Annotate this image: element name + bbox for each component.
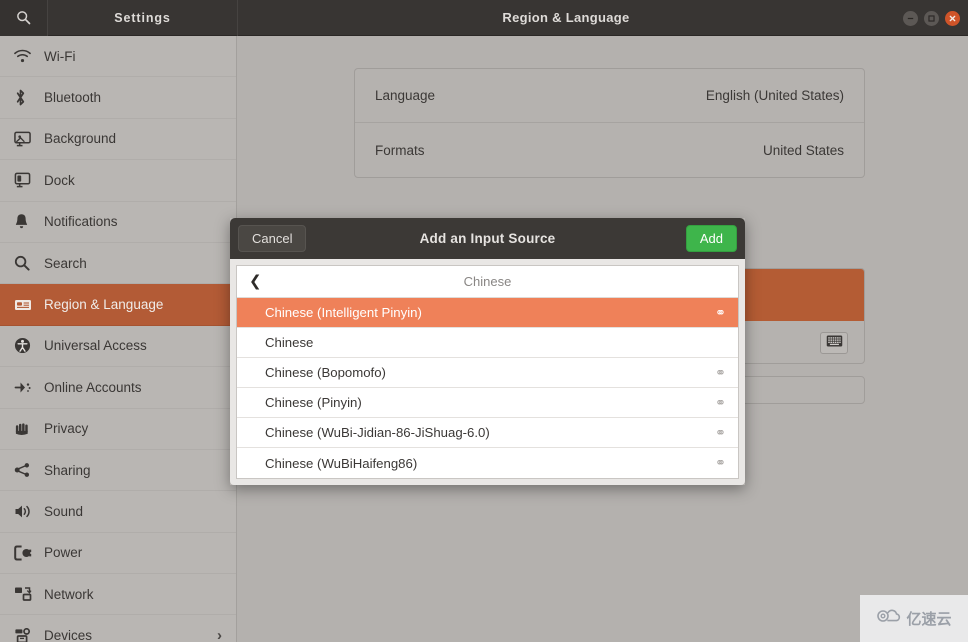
sidebar-item-label: Background: [44, 131, 117, 147]
background-icon: [14, 131, 40, 147]
watermark: 亿速云: [860, 595, 968, 642]
input-method-icon: ⚭: [715, 304, 726, 320]
list-item[interactable]: Chinese (Bopomofo) ⚭: [237, 358, 738, 388]
keyboard-icon: [826, 334, 843, 352]
list-item-label: Chinese (WuBiHaifeng86): [265, 455, 418, 471]
page-title: Region & Language: [502, 10, 630, 25]
keyboard-layout-button[interactable]: [820, 331, 848, 354]
row-value: English (United States): [705, 88, 844, 103]
language-icon: [14, 298, 40, 312]
sidebar-item-privacy[interactable]: Privacy: [0, 409, 236, 450]
close-button[interactable]: [945, 10, 960, 26]
sidebar-item-dock[interactable]: Dock: [0, 160, 236, 202]
privacy-hand-icon: [14, 421, 40, 437]
window-controls: [903, 0, 960, 36]
sidebar-item-label: Network: [44, 586, 94, 602]
titlebar-search-button[interactable]: [0, 0, 48, 36]
row-language[interactable]: Language English (United States): [355, 69, 864, 123]
window-titlebar: Settings Region & Language: [0, 0, 968, 36]
sidebar-item-label: Universal Access: [44, 338, 147, 354]
list-item-label: Chinese (Bopomofo): [265, 365, 386, 380]
sidebar-item-label: Region & Language: [44, 297, 164, 313]
chevron-right-icon: ›: [217, 627, 222, 642]
power-plug-icon: [14, 545, 40, 561]
add-input-source-dialog: Cancel Add an Input Source Add ❮ Chinese…: [230, 218, 745, 485]
search-icon: [14, 255, 40, 271]
dialog-title: Add an Input Source: [419, 231, 556, 246]
list-item-label: Chinese (Intelligent Pinyin): [265, 305, 422, 320]
list-item[interactable]: Chinese (WuBi-Jidian-86-JiShuag-6.0) ⚭: [237, 418, 738, 448]
minimize-button[interactable]: [903, 10, 918, 26]
dock-icon: [14, 172, 40, 188]
sidebar-item-label: Notifications: [44, 214, 118, 230]
sidebar-item-label: Online Accounts: [44, 379, 142, 395]
sidebar-item-notifications[interactable]: Notifications: [0, 202, 236, 243]
list-item[interactable]: Chinese (Intelligent Pinyin) ⚭: [237, 298, 738, 328]
search-icon: [16, 10, 31, 25]
row-label: Formats: [375, 142, 425, 158]
input-method-icon: ⚭: [715, 424, 726, 440]
sidebar-item-region-and-language[interactable]: Region & Language: [0, 284, 236, 326]
add-button[interactable]: Add: [685, 225, 737, 252]
share-icon: [14, 462, 40, 478]
input-source-list: ❮ Chinese Chinese (Intelligent Pinyin) ⚭…: [236, 265, 739, 479]
row-value: United States: [762, 142, 844, 158]
bluetooth-icon: [14, 89, 40, 106]
language-panel: Language English (United States) Formats…: [354, 68, 865, 178]
sidebar-item-sharing[interactable]: Sharing: [0, 450, 236, 492]
sidebar-item-power[interactable]: Power: [0, 533, 236, 575]
input-method-icon: ⚭: [715, 455, 726, 470]
sidebar-item-network[interactable]: Network: [0, 574, 236, 616]
input-method-icon: ⚭: [715, 394, 726, 410]
list-header-title: Chinese: [463, 274, 512, 289]
sidebar-item-bluetooth[interactable]: Bluetooth: [0, 77, 236, 119]
dialog-body: ❮ Chinese Chinese (Intelligent Pinyin) ⚭…: [230, 259, 745, 485]
sidebar-item-devices[interactable]: Devices ›: [0, 615, 236, 642]
chevron-left-icon[interactable]: ❮: [237, 274, 262, 289]
bell-icon: [14, 213, 40, 230]
list-item-label: Chinese (Pinyin): [265, 395, 362, 410]
row-formats[interactable]: Formats United States: [355, 123, 864, 177]
sidebar-item-wifi[interactable]: Wi-Fi: [0, 36, 236, 78]
wifi-icon: [14, 49, 40, 64]
sidebar-item-label: Bluetooth: [44, 90, 102, 106]
settings-window: Settings Region & Language Wi-Fi Bluetoo…: [0, 0, 968, 642]
sidebar-item-background[interactable]: Background: [0, 119, 236, 161]
list-item[interactable]: Chinese (Pinyin) ⚭: [237, 388, 738, 418]
sidebar-item-label: Wi-Fi: [44, 48, 76, 64]
list-item[interactable]: Chinese (WuBiHaifeng86) ⚭: [237, 448, 738, 478]
sidebar-item-universal-access[interactable]: Universal Access: [0, 326, 236, 368]
sidebar-item-label: Power: [44, 545, 83, 561]
settings-app-title: Settings: [48, 0, 238, 36]
cancel-button[interactable]: Cancel: [238, 225, 307, 252]
maximize-button[interactable]: [924, 10, 939, 26]
online-accounts-icon: [14, 380, 40, 395]
list-header: ❮ Chinese: [237, 266, 738, 298]
dialog-header: Cancel Add an Input Source Add: [230, 218, 745, 259]
sidebar-item-sound[interactable]: Sound: [0, 491, 236, 533]
sidebar-item-label: Devices: [44, 628, 93, 642]
sidebar-item-search[interactable]: Search: [0, 243, 236, 285]
sidebar-item-label: Search: [44, 255, 87, 271]
sidebar-item-label: Sharing: [44, 462, 91, 478]
speaker-icon: [14, 504, 40, 519]
cloud-logo-icon: [876, 608, 902, 629]
input-method-icon: ⚭: [715, 364, 726, 380]
network-icon: [14, 586, 40, 602]
sidebar-item-label: Dock: [44, 172, 75, 188]
row-label: Language: [375, 88, 436, 103]
list-item[interactable]: Chinese: [237, 328, 738, 358]
sidebar-item-label: Privacy: [44, 421, 89, 437]
sidebar-item-online-accounts[interactable]: Online Accounts: [0, 367, 236, 409]
list-item-label: Chinese (WuBi-Jidian-86-JiShuag-6.0): [265, 425, 490, 440]
settings-sidebar: Wi-Fi Bluetooth Background Dock Notifica…: [0, 36, 237, 642]
watermark-text: 亿速云: [906, 610, 952, 628]
devices-icon: [14, 627, 40, 642]
accessibility-icon: [14, 337, 40, 354]
list-item-label: Chinese: [265, 335, 314, 350]
sidebar-item-label: Sound: [44, 503, 84, 519]
